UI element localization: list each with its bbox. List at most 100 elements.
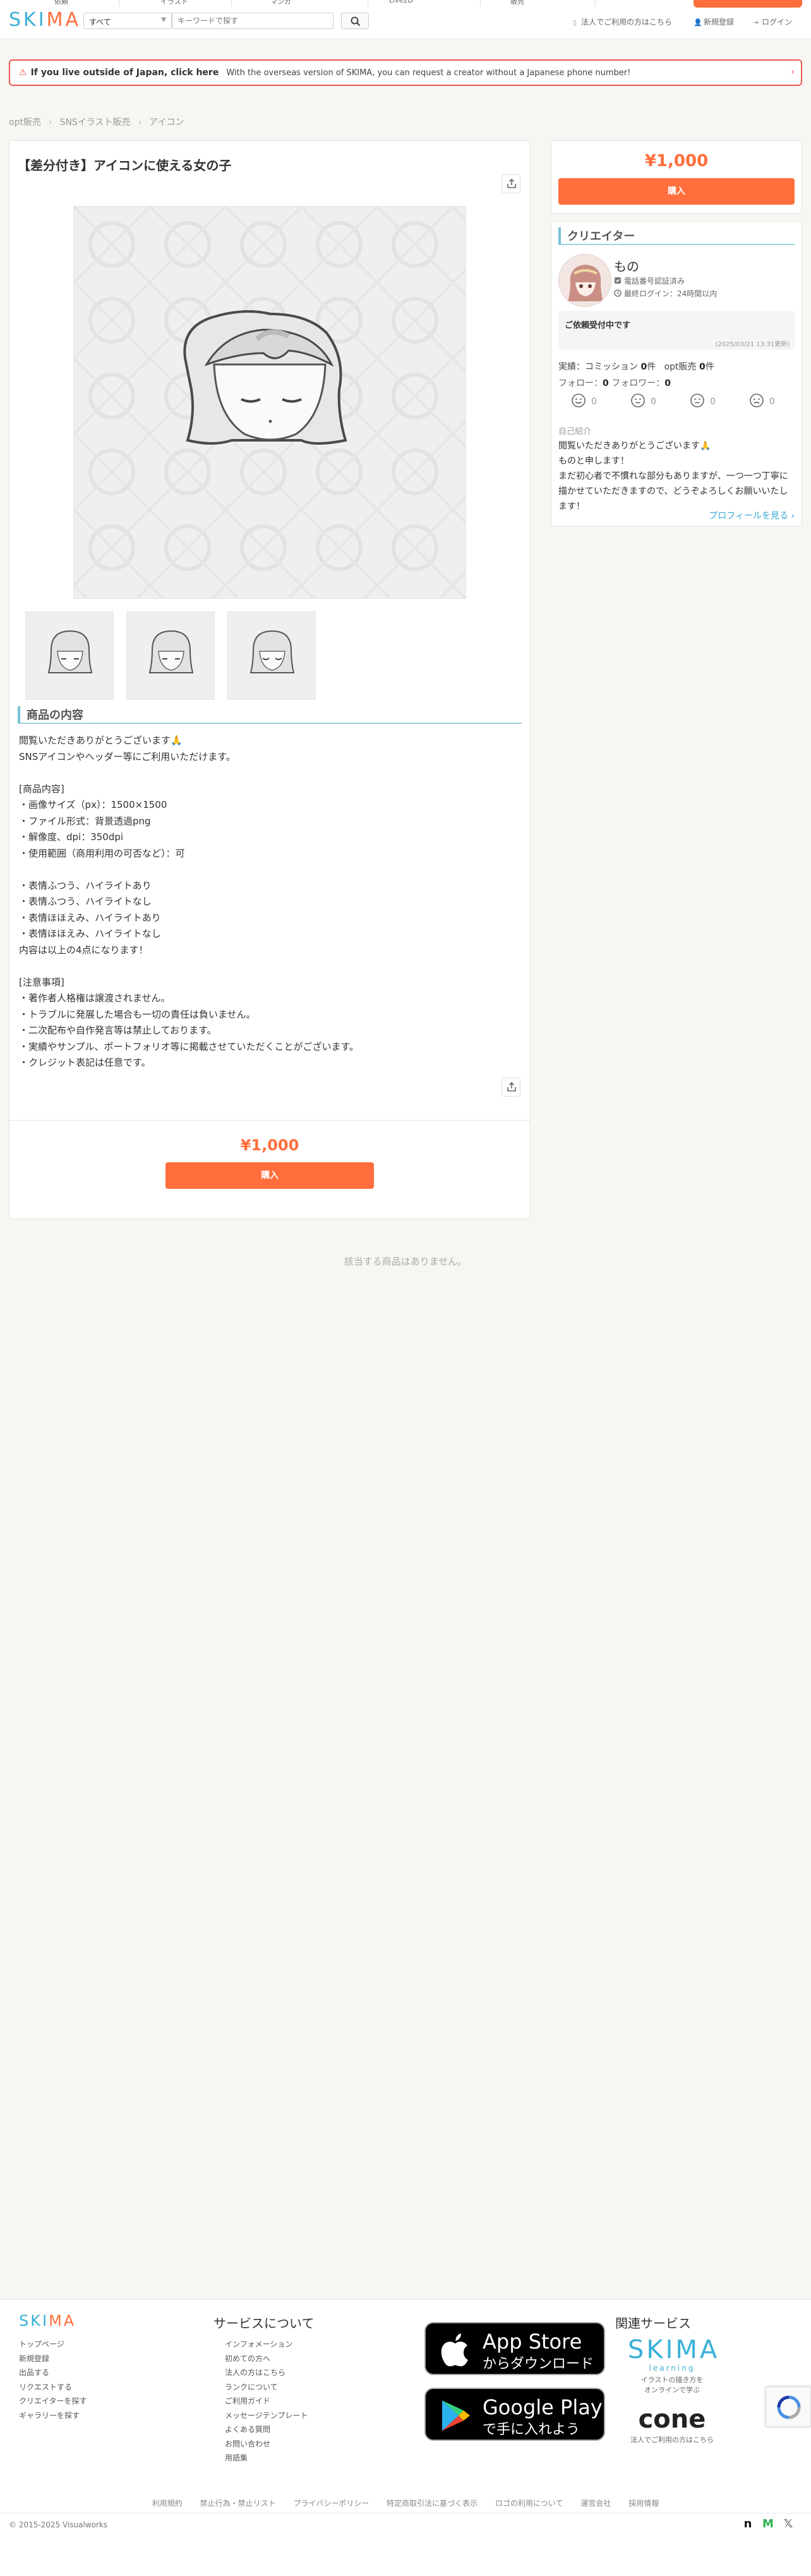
footer-link[interactable]: お問い合わせ: [225, 2437, 308, 2452]
footer-link[interactable]: ランクについて: [225, 2380, 308, 2395]
overseas-banner[interactable]: ⚠ If you live outside of Japan, click her…: [9, 59, 802, 86]
phone-check-icon: [615, 277, 621, 284]
description-line: ・使用範囲（商用利用の可否など）：可: [19, 847, 185, 859]
top-nav-item[interactable]: イラスト: [160, 0, 188, 6]
description-line: ・解像度、dpi：350dpi: [19, 831, 124, 843]
note-icon[interactable]: n: [740, 2517, 755, 2532]
footer-legal-link[interactable]: プライバシーポリシー: [293, 2499, 369, 2508]
chevron-down-icon: ▼: [161, 16, 166, 23]
request-status: ご依頼受付中です: [565, 321, 631, 330]
creator-name[interactable]: もの: [614, 256, 639, 275]
avatar[interactable]: [558, 254, 611, 307]
product-thumbnail[interactable]: [126, 611, 215, 700]
login-icon: ⇥: [752, 18, 759, 27]
description-line: 閲覧いただきありがとうございます🙏: [19, 735, 183, 746]
product-thumbnail[interactable]: [227, 611, 316, 700]
breadcrumb-separator-icon: ›: [48, 117, 52, 128]
breadcrumb-item[interactable]: SNSイラスト販売: [60, 117, 131, 128]
footer-legal-link[interactable]: 利用規約: [152, 2499, 183, 2508]
description-line: ・ファイル形式：背景透過png: [19, 815, 151, 827]
app-store-button[interactable]: App Store からダウンロード: [424, 2322, 605, 2375]
self-intro-text: 閲覧いただきありがとうございます🙏 ものと申します！ まだ初心者で不慣れな部分も…: [558, 438, 797, 514]
top-nav-item[interactable]: 依頼: [54, 0, 68, 6]
top-nav-divider: [231, 0, 232, 6]
girl-portrait-thumbnail-icon: [26, 612, 113, 699]
corporate-link[interactable]: ▯ 法人でご利用の方はこちら: [571, 16, 672, 27]
footer-legal-link[interactable]: 運営会社: [580, 2499, 611, 2508]
footer-link[interactable]: 新規登録: [19, 2352, 87, 2366]
buy-button[interactable]: 購入: [558, 178, 795, 205]
footer-link[interactable]: トップページ: [19, 2337, 87, 2352]
share-icon: [507, 1082, 516, 1092]
footer-legal-link[interactable]: 特定商取引法に基づく表示: [387, 2499, 478, 2508]
x-twitter-icon[interactable]: 𝕏: [781, 2517, 796, 2532]
building-icon: ▯: [572, 18, 577, 27]
breadcrumb-item[interactable]: アイコン: [149, 117, 184, 128]
top-nav-item[interactable]: Live2D: [389, 0, 413, 5]
related-products-empty-message: 該当する商品はありません。: [344, 1256, 467, 1267]
skima-learning-link[interactable]: SKIMA learning イラストの描き方を オンラインで学ぶ: [628, 2336, 717, 2395]
footer-link[interactable]: ギャラリーを探す: [19, 2409, 87, 2423]
top-nav-cta-button[interactable]: [694, 0, 802, 8]
user-add-icon: 👤: [694, 18, 702, 27]
footer-link[interactable]: メッセージテンプレート: [225, 2409, 308, 2423]
description-line: ・表情ほほえみ、ハイライトあり: [19, 912, 161, 924]
footer-link[interactable]: 出品する: [19, 2366, 87, 2380]
site-header: 依頼 イラスト マンガ Live2D 販売 SKIMA すべて▼ ▯法人でご利用…: [0, 0, 811, 39]
smile-face-icon: [572, 394, 586, 407]
footer-link[interactable]: クリエイターを探す: [19, 2394, 87, 2409]
description-line: SNSアイコンやヘッダー等にご利用いただけます。: [19, 750, 236, 762]
footer-logo[interactable]: SKIMA: [19, 2312, 76, 2330]
search-button[interactable]: [341, 13, 369, 29]
login-link[interactable]: ⇥ ログイン: [752, 16, 792, 27]
footer-link[interactable]: インフォメーション: [225, 2337, 308, 2352]
apple-icon: [441, 2333, 468, 2366]
cone-link[interactable]: cone 法人でご利用の方はこちら: [628, 2405, 716, 2445]
neutral-face-icon: [690, 394, 704, 407]
clock-icon: [614, 289, 622, 297]
recaptcha-icon: [777, 2395, 801, 2419]
footer-legal-links: 利用規約 禁止行為・禁止リスト プライバシーポリシー 特定商取引法に基づく表示 …: [0, 2498, 811, 2508]
share-icon: [507, 179, 516, 188]
category-select[interactable]: すべて ▼: [83, 13, 172, 29]
footer-link[interactable]: リクエストする: [19, 2380, 87, 2395]
footer-nav-list: トップページ 新規登録 出品する リクエストする クリエイターを探す ギャラリー…: [19, 2337, 87, 2423]
product-price: ¥1,000: [644, 152, 709, 171]
pixiv-icon[interactable]: M: [760, 2517, 776, 2532]
recaptcha-badge[interactable]: [766, 2386, 811, 2427]
breadcrumb: opt販売 › SNSイラスト販売 › アイコン: [9, 116, 184, 128]
footer-link[interactable]: 法人の方はこちら: [225, 2366, 308, 2380]
search-input[interactable]: [172, 13, 333, 29]
share-button[interactable]: [502, 174, 520, 193]
footer-link[interactable]: 初めての方へ: [225, 2352, 308, 2366]
google-play-button[interactable]: Google Play で手に入れよう: [424, 2388, 605, 2441]
footer-about-heading: サービスについて: [213, 2316, 315, 2331]
phone-verified-badge: 電話番号認証済み: [614, 275, 685, 286]
top-nav-divider: [595, 0, 596, 6]
register-link[interactable]: 👤 新規登録: [694, 16, 734, 27]
breadcrumb-item[interactable]: opt販売: [9, 117, 41, 128]
top-nav-item[interactable]: 販売: [510, 0, 524, 6]
divider: [9, 1120, 530, 1121]
footer-link[interactable]: 用語集: [225, 2451, 308, 2465]
search-icon: [351, 16, 361, 27]
description-line: [19, 765, 518, 781]
footer-legal-link[interactable]: ロゴの利用について: [495, 2499, 563, 2508]
breadcrumb-separator-icon: ›: [138, 117, 142, 128]
product-thumbnail[interactable]: [25, 611, 114, 700]
footer-legal-link[interactable]: 採用情報: [628, 2499, 659, 2508]
self-intro-label: 自己紹介: [558, 427, 592, 436]
footer-link[interactable]: ご利用ガイド: [225, 2394, 308, 2409]
share-button[interactable]: [502, 1078, 520, 1097]
buy-button[interactable]: 購入: [165, 1162, 374, 1189]
view-profile-link[interactable]: プロフィールを見る ›: [558, 509, 795, 522]
site-logo[interactable]: SKIMA: [9, 9, 81, 31]
creator-heading: クリエイター: [558, 227, 795, 245]
footer-legal-link[interactable]: 禁止行為・禁止リスト: [200, 2499, 276, 2508]
description-line: [注意事項]: [19, 976, 64, 988]
description-line: ・トラブルに発展した場合も一切の責任は負いません。: [19, 1008, 256, 1020]
related-services-heading: 関連サービス: [615, 2316, 691, 2331]
product-main-image[interactable]: [73, 206, 466, 599]
footer-link[interactable]: よくある質問: [225, 2423, 308, 2437]
top-nav-item[interactable]: マンガ: [270, 0, 291, 6]
